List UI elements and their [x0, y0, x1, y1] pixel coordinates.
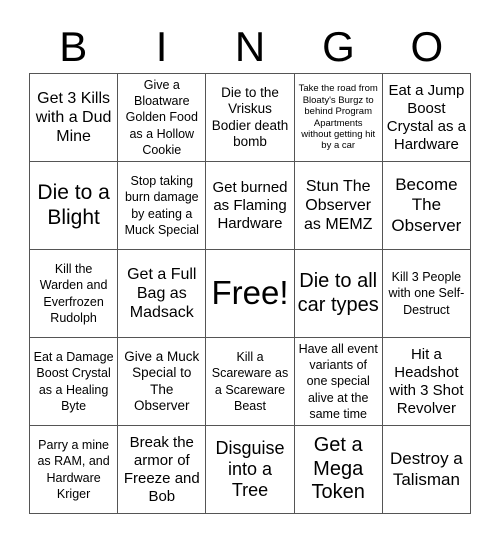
bingo-cell-r2-c2[interactable]: Stop taking burn damage by eating a Muck…	[118, 162, 207, 250]
bingo-cell-r4-c3[interactable]: Kill a Scareware as a Scareware Beast	[206, 338, 295, 426]
bingo-cell-r3-c5[interactable]: Kill 3 People with one Self-Destruct	[382, 250, 471, 338]
header-letter-i: I	[155, 23, 168, 70]
bingo-cell-r4-c5[interactable]: Hit a Headshot with 3 Shot Revolver	[382, 338, 471, 426]
bingo-cell-r4-c4[interactable]: Have all event variants of one special a…	[294, 338, 383, 426]
bingo-cell-r1-c5[interactable]: Eat a Jump Boost Crystal as a Hardware	[382, 74, 471, 162]
bingo-cell-r3-c1[interactable]: Kill the Warden and Everfrozen Rudolph	[30, 250, 119, 338]
header-letter-n: N	[234, 23, 266, 70]
bingo-grid: Get 3 Kills with a Dud Mine Give a Bloat…	[29, 73, 471, 514]
bingo-cell-r5-c2[interactable]: Break the armor of Freeze and Bob	[118, 426, 207, 514]
bingo-cell-r1-c4[interactable]: Take the road from Bloaty's Burgz to beh…	[294, 74, 383, 162]
bingo-cell-r5-c4[interactable]: Get a Mega Token	[294, 426, 383, 514]
bingo-cell-r5-c1[interactable]: Parry a mine as RAM, and Hardware Kriger	[30, 426, 119, 514]
bingo-cell-r2-c3[interactable]: Get burned as Flaming Hardware	[206, 162, 295, 250]
bingo-cell-r2-c5[interactable]: Become The Observer	[382, 162, 471, 250]
bingo-cell-r4-c1[interactable]: Eat a Damage Boost Crystal as a Healing …	[30, 338, 119, 426]
bingo-cell-r5-c5[interactable]: Destroy a Talisman	[382, 426, 471, 514]
bingo-cell-r5-c3[interactable]: Disguise into a Tree	[206, 426, 295, 514]
bingo-cell-r2-c4[interactable]: Stun The Observer as MEMZ	[294, 162, 383, 250]
bingo-cell-r1-c1[interactable]: Get 3 Kills with a Dud Mine	[30, 74, 119, 162]
bingo-cell-r1-c3[interactable]: Die to the Vriskus Bodier death bomb	[206, 74, 295, 162]
bingo-cell-r1-c2[interactable]: Give a Bloatware Golden Food as a Hollow…	[118, 74, 207, 162]
header-letter-o: O	[410, 23, 444, 70]
bingo-cell-r4-c2[interactable]: Give a Muck Special to The Observer	[118, 338, 207, 426]
bingo-cell-r2-c1[interactable]: Die to a Blight	[30, 162, 119, 250]
bingo-cell-free[interactable]: Free!	[206, 250, 295, 338]
header-letter-g: G	[322, 23, 355, 70]
bingo-header: B I N G O	[29, 22, 471, 72]
bingo-cell-r3-c4[interactable]: Die to all car types	[294, 250, 383, 338]
bingo-cell-r3-c2[interactable]: Get a Full Bag as Madsack	[118, 250, 207, 338]
header-letter-b: B	[59, 23, 88, 70]
